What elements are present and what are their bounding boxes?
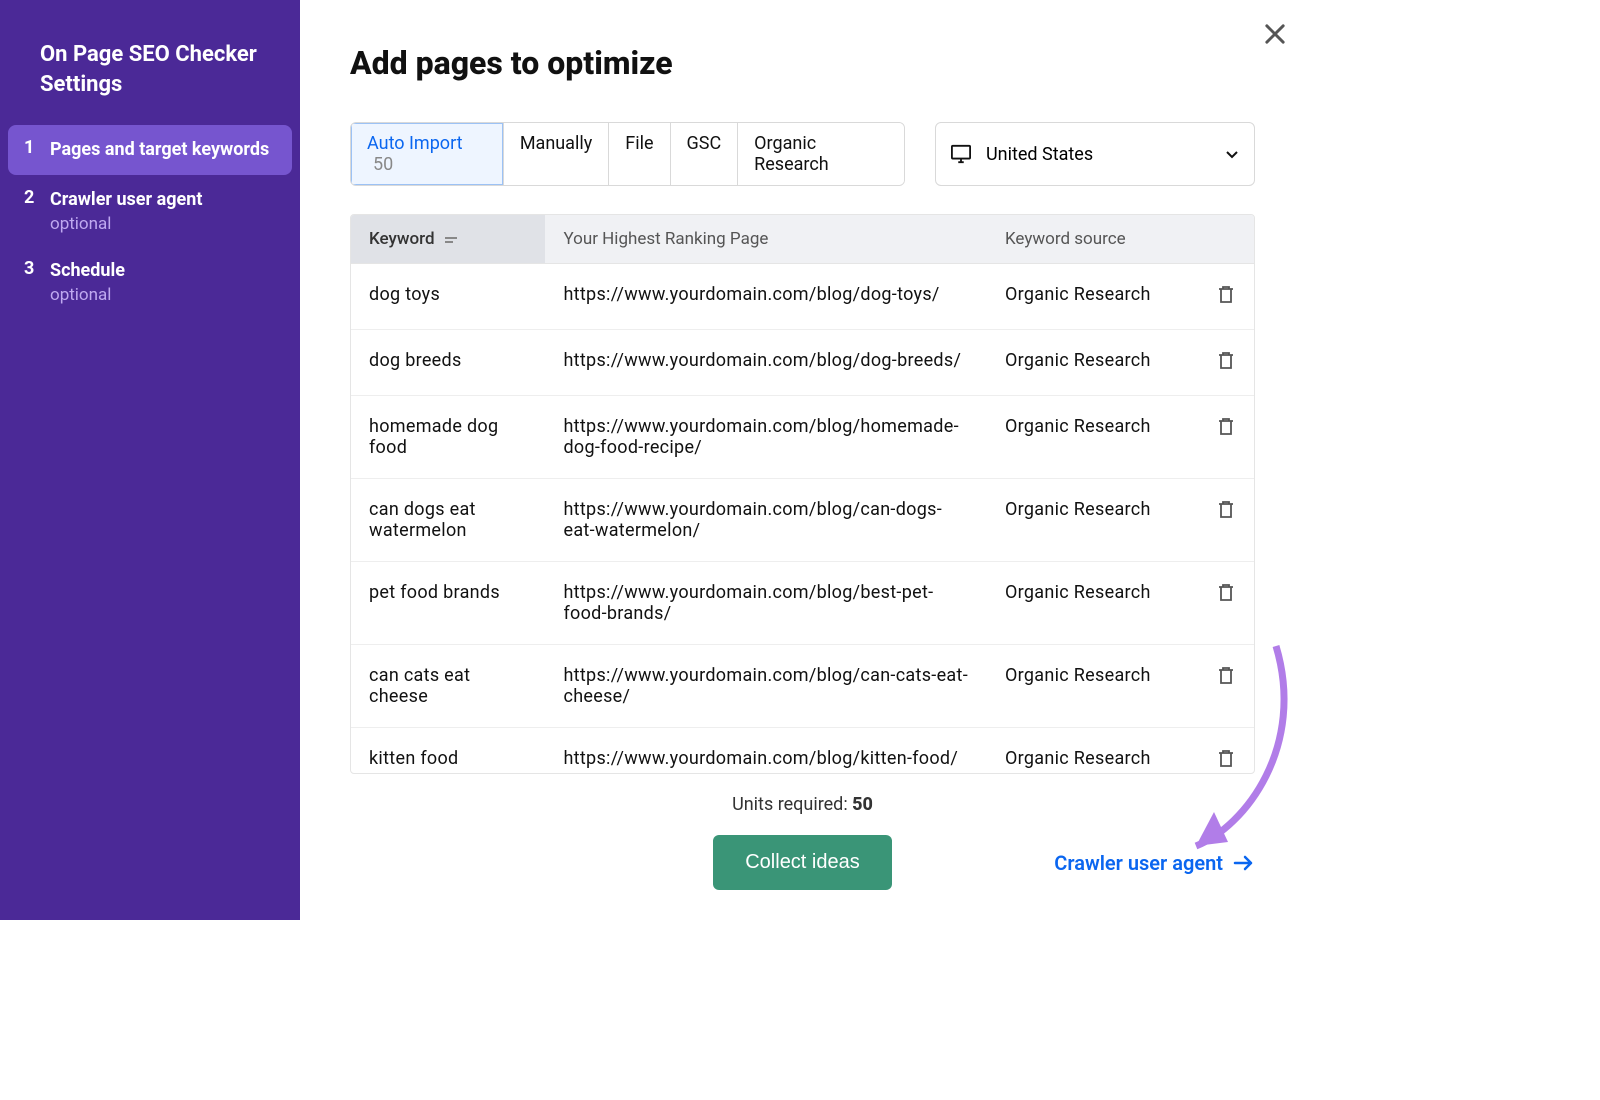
- col-keyword[interactable]: Keyword: [351, 215, 545, 264]
- step-number: 2: [24, 187, 38, 234]
- delete-row-button[interactable]: [1217, 503, 1235, 524]
- cell-url: https://www.yourdomain.com/blog/best-pet…: [545, 562, 987, 645]
- trash-icon: [1217, 582, 1235, 602]
- keywords-table: Keyword Your Highest Ranking Page Keywor…: [351, 215, 1254, 773]
- cell-keyword: kitten food: [351, 728, 545, 774]
- cell-keyword: pet food brands: [351, 562, 545, 645]
- delete-row-button[interactable]: [1217, 752, 1235, 773]
- units-required: Units required: 50: [350, 794, 1255, 815]
- arrow-right-icon: [1233, 855, 1255, 871]
- tab-label: Manually: [520, 133, 592, 154]
- col-page: Your Highest Ranking Page: [545, 215, 987, 264]
- tab-label: File: [625, 133, 653, 154]
- desktop-icon: [950, 144, 972, 164]
- tab-file[interactable]: File: [609, 123, 670, 185]
- tab-manually[interactable]: Manually: [504, 123, 609, 185]
- cell-source: Organic Research: [987, 264, 1197, 330]
- cell-url: https://www.yourdomain.com/blog/kitten-f…: [545, 728, 987, 774]
- page-title: Add pages to optimize: [350, 44, 1255, 82]
- cell-source: Organic Research: [987, 728, 1197, 774]
- import-tabs: Auto Import 50 Manually File GSC Organic…: [350, 122, 905, 186]
- table-row: kitten foodhttps://www.yourdomain.com/bl…: [351, 728, 1254, 774]
- sort-icon: [445, 235, 457, 245]
- collect-ideas-button[interactable]: Collect ideas: [713, 835, 892, 890]
- delete-row-button[interactable]: [1217, 669, 1235, 690]
- units-label: Units required:: [732, 794, 852, 815]
- trash-icon: [1217, 748, 1235, 768]
- keywords-table-container: Keyword Your Highest Ranking Page Keywor…: [350, 214, 1255, 774]
- table-row: pet food brandshttps://www.yourdomain.co…: [351, 562, 1254, 645]
- cell-url: https://www.yourdomain.com/blog/can-cats…: [545, 645, 987, 728]
- step-number: 3: [24, 258, 38, 305]
- tab-organic-research[interactable]: Organic Research: [738, 123, 904, 185]
- next-link-label: Crawler user agent: [1054, 851, 1223, 875]
- delete-row-button[interactable]: [1217, 288, 1235, 309]
- sidebar-step-pages[interactable]: 1 Pages and target keywords: [8, 125, 292, 174]
- table-scroll[interactable]: Keyword Your Highest Ranking Page Keywor…: [351, 215, 1254, 773]
- tab-badge: 50: [373, 154, 393, 175]
- sidebar-title: On Page SEO Checker Settings: [0, 40, 300, 125]
- tab-label: Organic Research: [754, 133, 829, 175]
- table-row: dog toyshttps://www.yourdomain.com/blog/…: [351, 264, 1254, 330]
- cell-keyword: dog breeds: [351, 330, 545, 396]
- tab-label: Auto Import: [367, 133, 463, 154]
- cell-source: Organic Research: [987, 562, 1197, 645]
- cell-url: https://www.yourdomain.com/blog/dog-bree…: [545, 330, 987, 396]
- cell-url: https://www.yourdomain.com/blog/dog-toys…: [545, 264, 987, 330]
- cell-keyword: can dogs eat watermelon: [351, 479, 545, 562]
- cell-source: Organic Research: [987, 330, 1197, 396]
- step-label: Schedule: [50, 260, 125, 281]
- table-row: dog breedshttps://www.yourdomain.com/blo…: [351, 330, 1254, 396]
- delete-row-button[interactable]: [1217, 420, 1235, 441]
- crawler-user-agent-link[interactable]: Crawler user agent: [1054, 851, 1255, 875]
- cell-source: Organic Research: [987, 396, 1197, 479]
- delete-row-button[interactable]: [1217, 586, 1235, 607]
- trash-icon: [1217, 284, 1235, 304]
- chevron-down-icon: [1224, 146, 1240, 162]
- step-label: Crawler user agent: [50, 189, 202, 210]
- sidebar-step-schedule[interactable]: 3 Schedule optional: [0, 246, 300, 317]
- cell-keyword: can cats eat cheese: [351, 645, 545, 728]
- delete-row-button[interactable]: [1217, 354, 1235, 375]
- country-label: United States: [986, 144, 1093, 165]
- col-source: Keyword source: [987, 215, 1197, 264]
- cell-keyword: homemade dog food: [351, 396, 545, 479]
- cell-keyword: dog toys: [351, 264, 545, 330]
- tab-auto-import[interactable]: Auto Import 50: [351, 123, 504, 185]
- trash-icon: [1217, 416, 1235, 436]
- table-row: can dogs eat watermelonhttps://www.yourd…: [351, 479, 1254, 562]
- tab-label: GSC: [687, 133, 722, 154]
- cell-source: Organic Research: [987, 645, 1197, 728]
- table-row: homemade dog foodhttps://www.yourdomain.…: [351, 396, 1254, 479]
- step-optional: optional: [50, 285, 125, 305]
- close-button[interactable]: [1261, 20, 1289, 48]
- step-label: Pages and target keywords: [50, 137, 269, 162]
- col-actions: [1197, 215, 1254, 264]
- sidebar-step-crawler[interactable]: 2 Crawler user agent optional: [0, 175, 300, 246]
- cell-url: https://www.yourdomain.com/blog/homemade…: [545, 396, 987, 479]
- trash-icon: [1217, 499, 1235, 519]
- main-panel: Add pages to optimize Auto Import 50 Man…: [300, 0, 1305, 920]
- table-row: can cats eat cheesehttps://www.yourdomai…: [351, 645, 1254, 728]
- step-number: 1: [24, 137, 38, 162]
- trash-icon: [1217, 665, 1235, 685]
- tab-gsc[interactable]: GSC: [671, 123, 739, 185]
- close-icon: [1261, 20, 1289, 48]
- cell-url: https://www.yourdomain.com/blog/can-dogs…: [545, 479, 987, 562]
- step-optional: optional: [50, 214, 202, 234]
- cell-source: Organic Research: [987, 479, 1197, 562]
- settings-sidebar: On Page SEO Checker Settings 1 Pages and…: [0, 0, 300, 920]
- country-select[interactable]: United States: [935, 122, 1255, 186]
- units-value: 50: [852, 794, 873, 815]
- trash-icon: [1217, 350, 1235, 370]
